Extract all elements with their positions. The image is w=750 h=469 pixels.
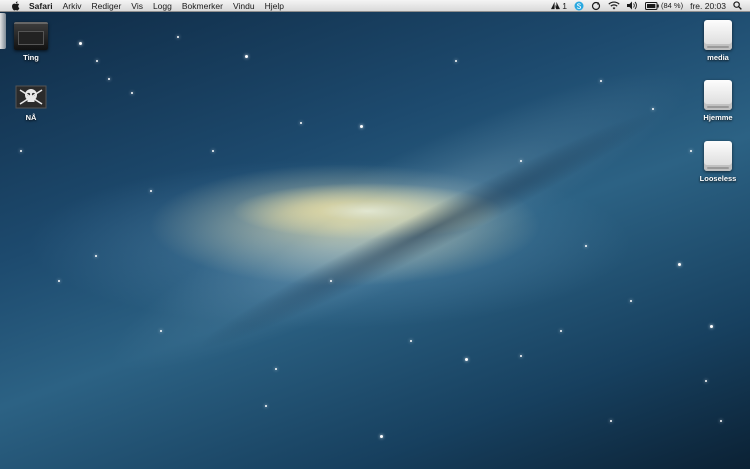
desktop-icon-label: Hjemme — [703, 113, 733, 122]
skype-icon — [574, 1, 584, 11]
menu-bokmerker[interactable]: Bokmerker — [182, 0, 223, 12]
menu-bar-status: 1 (84 %) fre. 20:03 — [544, 0, 750, 11]
battery-icon — [644, 1, 659, 10]
menu-bar: Safari Arkiv Rediger Vis Logg Bokmerker … — [0, 0, 750, 12]
desktop-drive-media[interactable]: media — [693, 20, 743, 62]
drive-icon — [704, 80, 732, 110]
desktop-icon-ting[interactable]: Ting — [6, 22, 56, 62]
desktop[interactable]: Safari Arkiv Rediger Vis Logg Bokmerker … — [0, 0, 750, 469]
adobe-status-item[interactable]: 1 — [551, 0, 567, 12]
sync-icon — [591, 1, 601, 11]
skull-icon — [14, 84, 48, 110]
adobe-badge-count: 1 — [562, 0, 567, 11]
wallpaper-galaxy-band — [86, 25, 714, 415]
menu-hjelp[interactable]: Hjelp — [265, 0, 284, 12]
spotlight-search-icon[interactable] — [733, 1, 742, 10]
menu-vindu[interactable]: Vindu — [233, 0, 255, 12]
wifi-status-item[interactable] — [608, 1, 620, 10]
desktop-icon-label: Looseless — [699, 174, 737, 183]
desktop-icon-label: Ting — [23, 53, 39, 62]
desktop-drive-hjemme[interactable]: Hjemme — [693, 80, 743, 122]
menu-vis[interactable]: Vis — [131, 0, 143, 12]
battery-status-item[interactable]: (84 %) — [644, 0, 684, 12]
desktop-icon-label: media — [707, 53, 729, 62]
menu-logg[interactable]: Logg — [153, 0, 172, 12]
volume-status-item[interactable] — [626, 1, 638, 10]
adobe-icon — [551, 1, 561, 10]
folder-icon — [14, 22, 48, 50]
menu-rediger[interactable]: Rediger — [92, 0, 122, 12]
menu-bar-left: Safari Arkiv Rediger Vis Logg Bokmerker … — [0, 0, 294, 11]
battery-percentage: (84 %) — [660, 0, 684, 10]
wifi-icon — [608, 1, 620, 10]
desktop-icon-na[interactable]: NÅ — [6, 84, 56, 122]
desktop-drive-looseless[interactable]: Looseless — [693, 141, 743, 183]
menu-app-safari[interactable]: Safari — [29, 0, 53, 12]
desktop-icon-label: NÅ — [25, 113, 37, 122]
sync-status-item[interactable] — [591, 1, 601, 11]
drive-icon — [704, 20, 732, 50]
menu-arkiv[interactable]: Arkiv — [63, 0, 82, 12]
speaker-icon — [626, 1, 638, 10]
menu-clock[interactable]: fre. 20:03 — [690, 0, 726, 12]
apple-menu-icon[interactable] — [10, 0, 20, 12]
drive-icon — [704, 141, 732, 171]
skype-status-item[interactable] — [574, 1, 584, 11]
